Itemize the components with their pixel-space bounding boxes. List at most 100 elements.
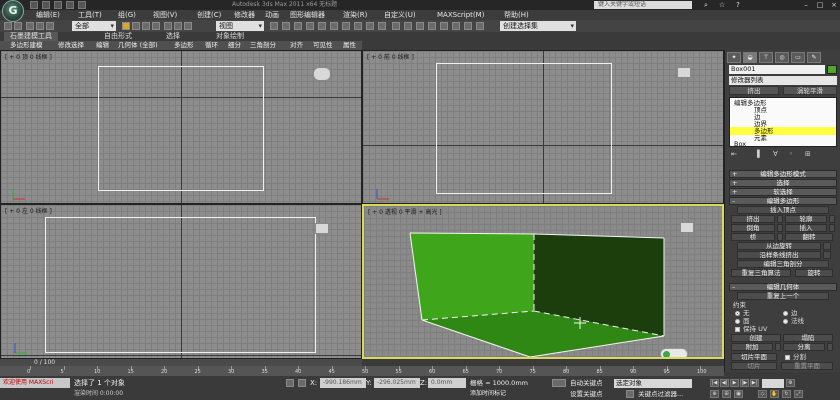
viewport-left[interactable]: [ + 0 左 0 线框 ] — [0, 204, 362, 359]
menu-modifiers[interactable]: 修改器 — [234, 10, 255, 20]
percent-snap-icon[interactable] — [330, 22, 338, 30]
viewcube-icon[interactable] — [315, 223, 329, 234]
display-tab-icon[interactable]: ▭ — [791, 52, 805, 63]
rollout-edit-geometry[interactable]: – 编辑几何体 — [729, 283, 837, 291]
close-icon[interactable]: × — [828, 1, 840, 9]
select-manipulate-icon[interactable] — [282, 22, 290, 30]
selection-filter-dropdown[interactable]: 全部 — [72, 21, 116, 31]
ribbon-modify-selection[interactable]: 修改选择 — [58, 41, 84, 50]
stack-item-box[interactable]: Box — [734, 140, 746, 148]
menu-maxscript[interactable]: MAXScript(M) — [437, 10, 484, 20]
remove-modifier-icon[interactable]: ◦ — [789, 150, 797, 158]
bevel-settings-button[interactable] — [777, 224, 783, 232]
redo-tool-icon[interactable] — [14, 22, 22, 30]
star-icon[interactable]: ☆ — [716, 1, 728, 9]
repeat-last-button[interactable]: 重复上一个 — [737, 292, 829, 300]
utilities-tab-icon[interactable]: ✎ — [807, 52, 821, 63]
key-selection-dropdown[interactable]: 选定对象 — [614, 379, 692, 388]
redo-icon[interactable] — [78, 1, 86, 9]
lock-selection-icon[interactable] — [286, 379, 294, 387]
insert-vertex-button[interactable]: 插入顶点 — [737, 206, 829, 214]
ribbon-align[interactable]: 对齐 — [290, 41, 303, 50]
box-outline[interactable] — [45, 217, 316, 353]
app-logo-icon[interactable]: G — [2, 0, 24, 22]
bind-space-warp-icon[interactable] — [46, 22, 54, 30]
motion-tab-icon[interactable]: ◎ — [775, 52, 789, 63]
preserve-uv-checkbox[interactable] — [735, 327, 740, 332]
time-slider[interactable]: 0 / 100 — [0, 359, 362, 366]
stack-item-polygon[interactable]: 多边形 — [730, 127, 836, 135]
snap-toggle-icon[interactable] — [306, 22, 314, 30]
undo-icon[interactable] — [66, 1, 74, 9]
retriangulate-button[interactable]: 重复三角算法 — [731, 269, 791, 277]
render-setup-icon[interactable] — [452, 22, 460, 30]
pan-icon[interactable]: ✋ — [770, 390, 779, 398]
viewcube-icon[interactable] — [677, 67, 691, 78]
zoom-all-icon[interactable]: ⊞ — [722, 390, 731, 398]
hinge-settings-button[interactable] — [823, 242, 831, 250]
angle-snap-icon[interactable] — [318, 22, 326, 30]
curve-editor-icon[interactable] — [416, 22, 424, 30]
move-icon[interactable] — [164, 22, 172, 30]
turn-button[interactable]: 旋转 — [795, 269, 833, 277]
align-icon[interactable] — [378, 22, 386, 30]
auto-key-button[interactable]: 自动关键点 — [570, 378, 603, 388]
rotate-icon[interactable] — [174, 22, 182, 30]
make-unique-icon[interactable]: ∀ — [773, 150, 781, 158]
window-crossing-icon[interactable] — [152, 22, 160, 30]
inset-button[interactable]: 插入 — [785, 224, 827, 232]
menu-animation[interactable]: 动画 — [265, 10, 279, 20]
bevel-button[interactable]: 倒角 — [731, 224, 775, 232]
tab-object-paint[interactable]: 对象绘制 — [216, 32, 244, 41]
spinner-snap-icon[interactable] — [342, 22, 350, 30]
viewport-top-label[interactable]: [ + 0 顶 0 线框 ] — [5, 52, 52, 61]
viewcube-icon[interactable] — [313, 67, 331, 81]
set-key-button[interactable]: 设置关键点 — [570, 389, 603, 399]
hinge-from-edge-button[interactable]: 从边旋转 — [737, 242, 821, 250]
create-button[interactable]: 创建 — [731, 334, 781, 342]
unlink-icon[interactable] — [36, 22, 44, 30]
y-coord-field[interactable]: -296.025mm — [374, 378, 420, 388]
show-end-result-icon[interactable]: ▌ — [757, 150, 765, 158]
tab-freeform[interactable]: 自由形式 — [104, 32, 132, 41]
extrude-button[interactable]: 挤出 — [731, 215, 775, 223]
binoculars-icon[interactable]: ⌕ — [700, 1, 712, 9]
detach-settings-button[interactable] — [827, 343, 833, 351]
edit-triangulation-button[interactable]: 编辑三角剖分 — [737, 260, 829, 268]
current-frame-field[interactable] — [762, 379, 784, 388]
new-file-icon[interactable] — [30, 1, 38, 9]
selection-region-icon[interactable] — [142, 22, 150, 30]
next-frame-icon[interactable]: |▶ — [740, 379, 749, 387]
split-checkbox[interactable] — [785, 355, 790, 360]
menu-rendering[interactable]: 渲染(R) — [343, 10, 367, 20]
layer-manager-icon[interactable] — [392, 22, 400, 30]
configure-sets-icon[interactable]: ⊞ — [805, 150, 813, 158]
reference-coordinate-dropdown[interactable]: 视图 — [216, 21, 264, 31]
box-outline[interactable] — [98, 66, 264, 191]
edit-named-selection-icon[interactable] — [354, 22, 362, 30]
scale-icon[interactable] — [184, 22, 192, 30]
bridge-button[interactable]: 桥 — [731, 233, 775, 241]
constraint-face-radio[interactable] — [735, 319, 740, 324]
outline-settings-button[interactable] — [829, 215, 835, 223]
attach-settings-button[interactable] — [775, 343, 781, 351]
material-editor-icon[interactable] — [440, 22, 448, 30]
ribbon-geometry-all[interactable]: 几何体 (全部) — [118, 41, 158, 50]
extrude-modifier-button[interactable]: 挤出 — [729, 86, 779, 95]
render-production-icon[interactable] — [476, 22, 484, 30]
select-by-name-icon[interactable] — [132, 22, 140, 30]
object-name-field[interactable]: Box001 — [729, 65, 825, 74]
turbosmooth-button[interactable]: 涡轮平滑 — [783, 86, 837, 95]
go-to-start-icon[interactable]: |◀ — [710, 379, 719, 387]
ribbon-edit[interactable]: 编辑 — [96, 41, 109, 50]
rendered-frame-icon[interactable] — [464, 22, 472, 30]
slice-plane-button[interactable]: 切片平面 — [731, 353, 777, 361]
menu-views[interactable]: 视图(V) — [153, 10, 177, 20]
ribbon-loops[interactable]: 循环 — [205, 41, 218, 50]
reset-plane-button[interactable]: 重置平面 — [781, 362, 833, 370]
key-filters-button[interactable]: 关键点过滤器... — [638, 389, 683, 399]
hierarchy-tab-icon[interactable]: ⊤ — [759, 52, 773, 63]
ribbon-polygons[interactable]: 多边形 — [174, 41, 194, 50]
zoom-icon[interactable]: ⊕ — [710, 390, 719, 398]
ribbon-visibility[interactable]: 可见性 — [313, 41, 333, 50]
